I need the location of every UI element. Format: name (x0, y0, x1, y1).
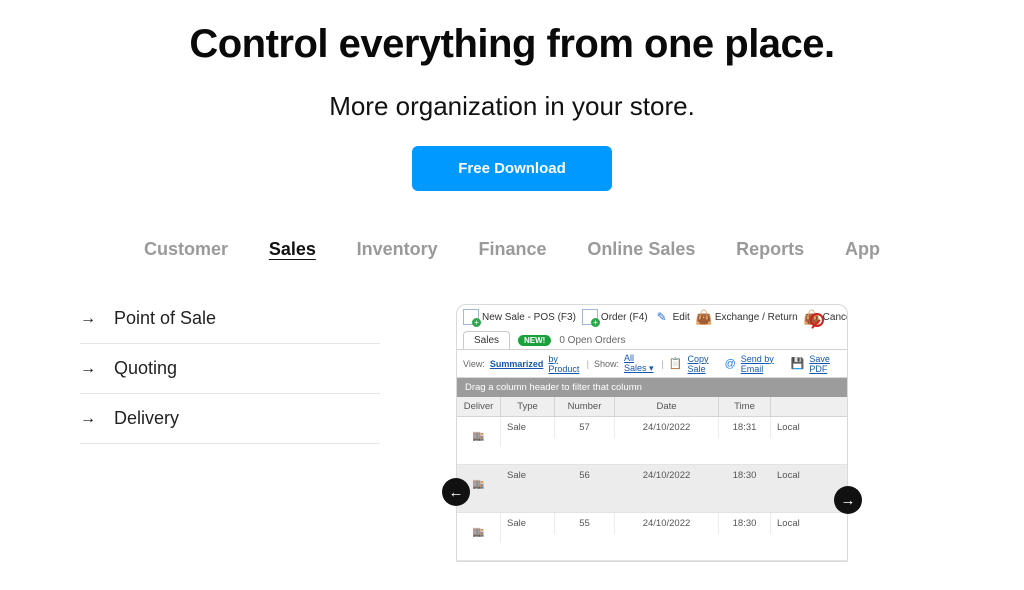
arrow-right-icon: → (80, 310, 96, 328)
document-plus-icon: + (463, 309, 479, 325)
app-screenshot: ← → + New Sale - POS (F3) + Order (F4) ✎… (456, 304, 848, 562)
button-label: Exchange / Return (715, 312, 798, 323)
carousel-next-button[interactable]: → (834, 486, 862, 514)
cell-time: 18:31 (719, 417, 771, 438)
table-row[interactable]: 🏬 Sale 56 24/10/2022 18:30 Local (457, 465, 847, 513)
arrow-right-icon: → (80, 360, 96, 378)
sidebar-item-point-of-sale[interactable]: → Point of Sale (80, 304, 380, 344)
cell-number: 55 (555, 513, 615, 534)
new-sale-button[interactable]: + New Sale - POS (F3) (463, 309, 576, 325)
arrow-right-icon: → (80, 410, 96, 428)
document-plus-icon: + (582, 309, 598, 325)
cell-number: 57 (555, 417, 615, 438)
show-all-sales-dropdown[interactable]: All Sales ▾ (624, 353, 656, 374)
col-type[interactable]: Type (501, 397, 555, 416)
store-icon: 🏬 (473, 431, 485, 442)
open-orders-text[interactable]: 0 Open Orders (559, 335, 625, 346)
cell-number: 56 (555, 465, 615, 486)
bag-icon: 👜 (696, 309, 712, 325)
grid-header: Deliver Type Number Date Time (457, 397, 847, 417)
table-row[interactable]: 🏬 Sale 55 24/10/2022 18:30 Local (457, 513, 847, 561)
cell-type: Sale (501, 513, 555, 534)
sidebar-item-label: Point of Sale (114, 308, 216, 329)
col-date[interactable]: Date (615, 397, 719, 416)
page-subhead: More organization in your store. (0, 91, 1024, 122)
cell-type: Sale (501, 465, 555, 486)
save-pdf-link[interactable]: Save PDF (809, 354, 841, 374)
tab-customer[interactable]: Customer (144, 239, 228, 260)
col-channel[interactable] (771, 397, 831, 416)
cancel-button[interactable]: 👜 Cancel (804, 309, 848, 325)
new-badge: NEW! (518, 335, 551, 346)
tab-inventory[interactable]: Inventory (357, 239, 438, 260)
tab-app[interactable]: App (845, 239, 880, 260)
show-label: Show: (594, 359, 619, 369)
feature-sidebar: → Point of Sale → Quoting → Delivery (80, 304, 380, 562)
cell-channel: Local (771, 465, 831, 486)
tab-finance[interactable]: Finance (478, 239, 546, 260)
cell-date: 24/10/2022 (615, 513, 719, 534)
view-by-product-link[interactable]: by Product (548, 354, 581, 374)
cell-channel: Local (771, 513, 831, 534)
sidebar-item-label: Quoting (114, 358, 177, 379)
app-tab-sales[interactable]: Sales (463, 331, 510, 349)
col-time[interactable]: Time (719, 397, 771, 416)
order-button[interactable]: + Order (F4) (582, 309, 648, 325)
tab-sales[interactable]: Sales (269, 239, 316, 260)
feature-tabs: Customer Sales Inventory Finance Online … (142, 239, 882, 260)
carousel-prev-button[interactable]: ← (442, 478, 470, 506)
view-summarized-link[interactable]: Summarized (490, 359, 544, 369)
tab-online-sales[interactable]: Online Sales (587, 239, 695, 260)
col-number[interactable]: Number (555, 397, 615, 416)
button-label: Cancel (823, 312, 848, 323)
sidebar-item-quoting[interactable]: → Quoting (80, 344, 380, 394)
free-download-button[interactable]: Free Download (412, 146, 612, 191)
button-label: Edit (673, 312, 690, 323)
page-headline: Control everything from one place. (0, 22, 1024, 67)
email-icon: @ (725, 358, 736, 370)
button-label: Order (F4) (601, 312, 648, 323)
save-pdf-icon: 💾 (791, 357, 805, 370)
sidebar-item-label: Delivery (114, 408, 179, 429)
edit-button[interactable]: ✎ Edit (654, 309, 690, 325)
exchange-return-button[interactable]: 👜 Exchange / Return (696, 309, 798, 325)
cell-time: 18:30 (719, 513, 771, 534)
store-icon: 🏬 (473, 527, 485, 538)
cell-date: 24/10/2022 (615, 465, 719, 486)
edit-icon: ✎ (654, 309, 670, 325)
copy-sale-link[interactable]: Copy Sale (688, 354, 720, 374)
bag-cancel-icon: 👜 (804, 309, 820, 325)
send-by-email-link[interactable]: Send by Email (741, 354, 786, 374)
sidebar-item-delivery[interactable]: → Delivery (80, 394, 380, 444)
col-deliver[interactable]: Deliver (457, 397, 501, 416)
drag-hint-bar: Drag a column header to filter that colu… (457, 378, 847, 397)
table-row[interactable]: 🏬 Sale 57 24/10/2022 18:31 Local (457, 417, 847, 465)
cell-channel: Local (771, 417, 831, 438)
cell-time: 18:30 (719, 465, 771, 486)
button-label: New Sale - POS (F3) (482, 312, 576, 323)
store-icon: 🏬 (473, 479, 485, 490)
view-label: View: (463, 359, 485, 369)
tab-reports[interactable]: Reports (736, 239, 804, 260)
app-toolbar: + New Sale - POS (F3) + Order (F4) ✎ Edi… (457, 305, 847, 331)
copy-icon: 📋 (669, 357, 683, 370)
cell-type: Sale (501, 417, 555, 438)
cell-date: 24/10/2022 (615, 417, 719, 438)
